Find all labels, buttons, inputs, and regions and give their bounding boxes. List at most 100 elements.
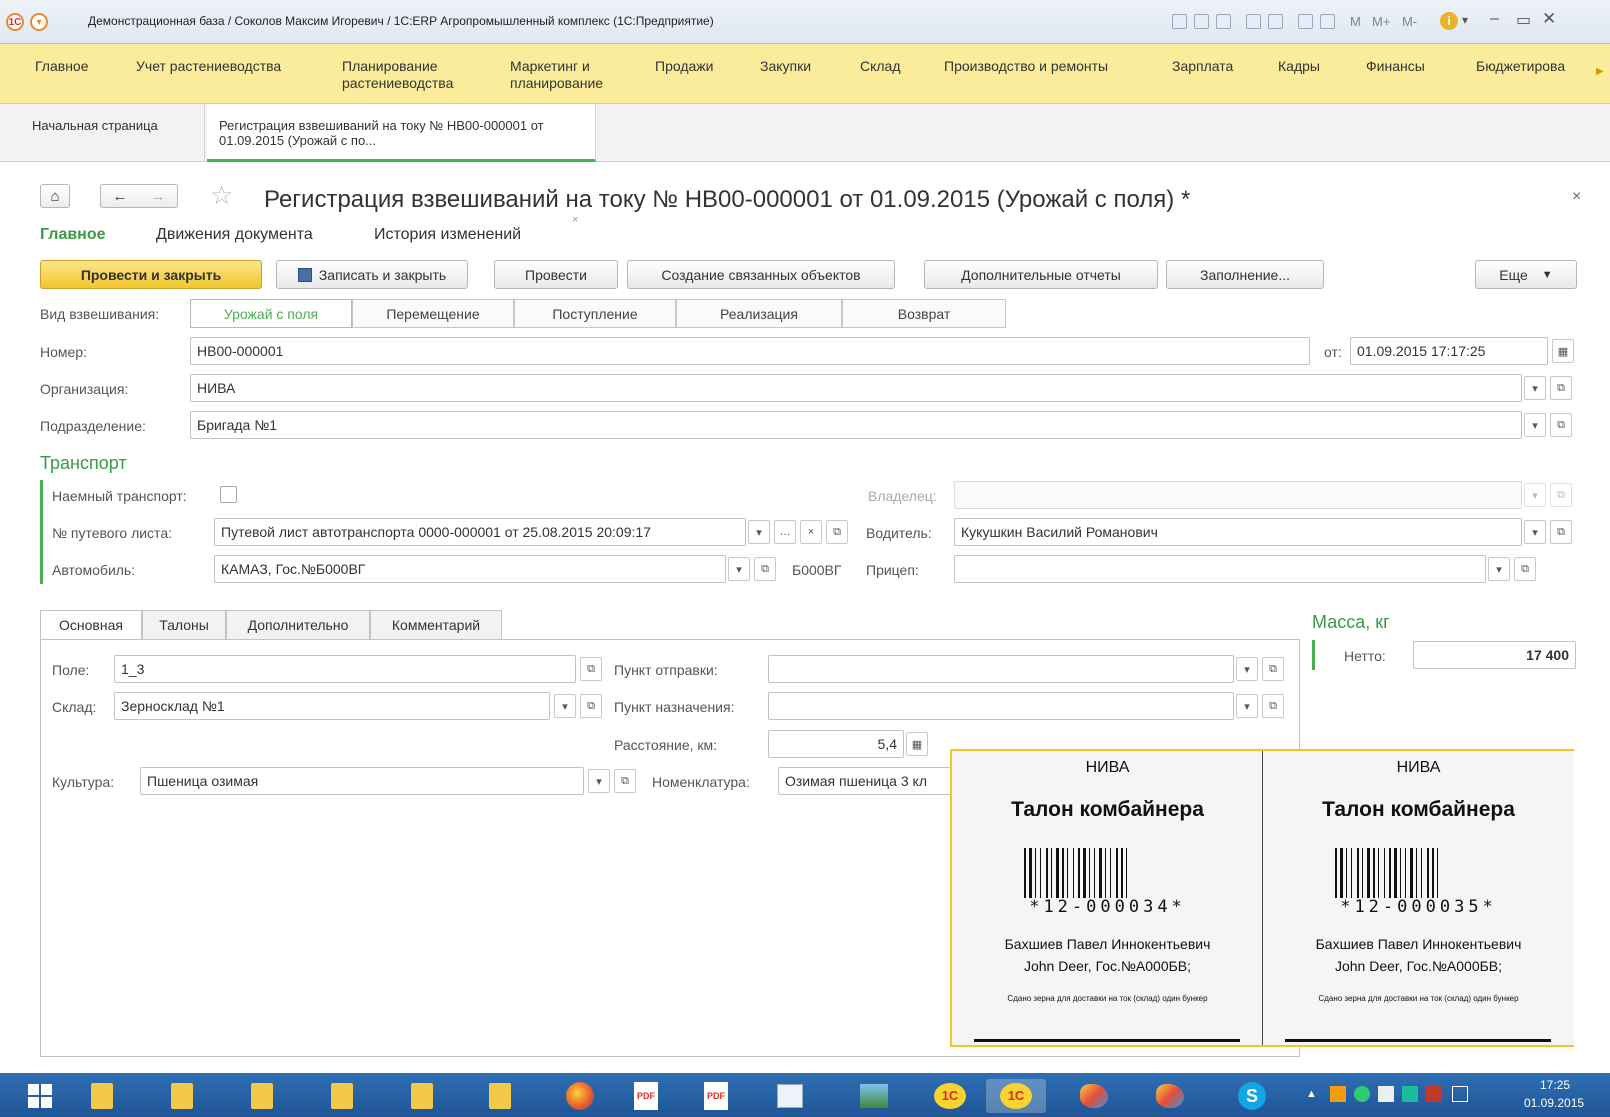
net-mass-field[interactable]: 17 400 — [1413, 641, 1576, 669]
distance-field[interactable]: 5,4 — [768, 730, 904, 758]
driver-dropdown-icon[interactable]: ▾ — [1524, 520, 1546, 544]
calendar-icon[interactable] — [1320, 14, 1335, 29]
waybill-dropdown-icon[interactable]: ▾ — [748, 520, 770, 544]
close-window-icon[interactable]: ✕ — [1542, 9, 1556, 29]
tab-change-history[interactable]: История изменений — [374, 226, 521, 244]
paint-icon[interactable] — [1140, 1079, 1200, 1113]
post-and-close-button[interactable]: Провести и закрыть — [40, 260, 262, 289]
tray-flag-icon[interactable] — [1426, 1086, 1442, 1102]
destination-field[interactable] — [768, 692, 1234, 720]
tray-office-icon[interactable] — [1330, 1086, 1346, 1102]
tray-sync-icon[interactable] — [1402, 1086, 1418, 1102]
explorer-folder-icon[interactable] — [152, 1079, 212, 1113]
fill-button[interactable]: Заполнение... — [1166, 260, 1324, 289]
tray-expand-icon[interactable]: ▲ — [1306, 1088, 1317, 1100]
explorer-folder-icon[interactable] — [232, 1079, 292, 1113]
tray-volume-icon[interactable] — [1452, 1086, 1468, 1102]
more-button[interactable]: Еще ▼ — [1475, 260, 1577, 289]
crop-dropdown-icon[interactable]: ▾ — [588, 769, 610, 793]
date-field[interactable]: 01.09.2015 17:17:25 — [1350, 337, 1548, 365]
field-input[interactable]: 1_3 — [114, 655, 576, 683]
distance-calculator-icon[interactable]: ▦ — [906, 732, 928, 756]
crop-field[interactable]: Пшеница озимая — [140, 767, 584, 795]
section-hr[interactable]: Кадры — [1278, 58, 1320, 75]
car-dropdown-icon[interactable]: ▾ — [728, 557, 750, 581]
destination-dropdown-icon[interactable]: ▾ — [1236, 694, 1258, 718]
trailer-field[interactable] — [954, 555, 1486, 583]
weighing-type-harvest[interactable]: Урожай с поля — [190, 299, 352, 328]
section-sales[interactable]: Продажи — [655, 58, 713, 75]
memory-plus-button[interactable]: M+ — [1372, 14, 1390, 29]
car-field[interactable]: КАМАЗ, Гос.№Б000ВГ — [214, 555, 726, 583]
section-crop-planning[interactable]: Планирование растениеводства — [342, 58, 462, 92]
warehouse-open-icon[interactable]: ⧉ — [580, 694, 602, 718]
department-open-icon[interactable]: ⧉ — [1550, 413, 1572, 437]
origin-field[interactable] — [768, 655, 1234, 683]
skype-icon[interactable]: S — [1222, 1079, 1282, 1113]
explorer-folder-icon[interactable] — [392, 1079, 452, 1113]
tray-network-icon[interactable] — [1378, 1086, 1394, 1102]
organization-dropdown-icon[interactable]: ▾ — [1524, 376, 1546, 400]
section-salary[interactable]: Зарплата — [1172, 58, 1233, 75]
notepad-icon[interactable] — [760, 1079, 820, 1113]
home-icon[interactable]: ⌂ — [40, 184, 70, 208]
tab-document-movements[interactable]: Движения документа — [156, 226, 313, 244]
destination-open-icon[interactable]: ⧉ — [1262, 694, 1284, 718]
origin-dropdown-icon[interactable]: ▾ — [1236, 657, 1258, 681]
section-budgeting[interactable]: Бюджетирова — [1476, 58, 1594, 75]
department-dropdown-icon[interactable]: ▾ — [1524, 413, 1546, 437]
post-button[interactable]: Провести — [494, 260, 618, 289]
tab-comment[interactable]: Комментарий — [370, 610, 502, 640]
pdf-reader-icon[interactable]: PDF — [686, 1079, 746, 1113]
calculator-icon[interactable] — [1298, 14, 1313, 29]
save-icon[interactable] — [1172, 14, 1187, 29]
weighing-type-return[interactable]: Возврат — [842, 299, 1006, 328]
section-crop-accounting[interactable]: Учет растениеводства — [136, 58, 281, 75]
organization-open-icon[interactable]: ⧉ — [1550, 376, 1572, 400]
warehouse-field[interactable]: Зерносклад №1 — [114, 692, 550, 720]
warehouse-dropdown-icon[interactable]: ▾ — [554, 694, 576, 718]
back-icon[interactable]: ← — [113, 188, 128, 205]
waybill-open-icon[interactable]: ⧉ — [826, 520, 848, 544]
minimize-icon[interactable]: – — [1490, 10, 1499, 28]
tab-home-page[interactable]: Начальная страница — [20, 104, 205, 162]
close-form-icon[interactable]: × — [1572, 188, 1581, 206]
tab-basic[interactable]: Основная — [40, 610, 142, 640]
additional-reports-button[interactable]: Дополнительные отчеты — [924, 260, 1158, 289]
explorer-folder-icon[interactable] — [72, 1079, 132, 1113]
field-open-icon[interactable]: ⧉ — [580, 657, 602, 681]
preview-icon[interactable] — [1216, 14, 1231, 29]
item-field[interactable]: Озимая пшеница 3 кл — [778, 767, 978, 795]
waybill-clear-icon[interactable]: × — [800, 520, 822, 544]
forward-icon[interactable]: → — [151, 188, 166, 205]
organization-field[interactable]: НИВА — [190, 374, 1522, 402]
date-picker-icon[interactable]: ▦ — [1552, 339, 1574, 363]
weighing-type-receipt[interactable]: Поступление — [514, 299, 676, 328]
section-warehouse[interactable]: Склад — [860, 58, 901, 75]
tab-coupons[interactable]: Талоны — [142, 610, 226, 640]
section-purchases[interactable]: Закупки — [760, 58, 811, 75]
scroll-right-icon[interactable]: ▶ — [1596, 66, 1604, 77]
paint-icon[interactable] — [1064, 1079, 1124, 1113]
firefox-icon[interactable] — [550, 1079, 610, 1113]
section-finance[interactable]: Финансы — [1366, 58, 1425, 75]
save-and-close-button[interactable]: Записать и закрыть — [276, 260, 468, 289]
origin-open-icon[interactable]: ⧉ — [1262, 657, 1284, 681]
close-tab-icon[interactable]: × — [572, 214, 578, 226]
driver-field[interactable]: Кукушкин Василий Романович — [954, 518, 1522, 546]
memory-button[interactable]: M — [1350, 14, 1361, 29]
driver-open-icon[interactable]: ⧉ — [1550, 520, 1572, 544]
waybill-select-icon[interactable]: … — [774, 520, 796, 544]
section-production[interactable]: Производство и ремонты — [944, 58, 1108, 75]
section-main[interactable]: Главное — [35, 58, 89, 75]
hired-transport-checkbox[interactable] — [220, 486, 237, 503]
tab-weighing-document[interactable]: Регистрация взвешиваний на току № НВ00-0… — [207, 104, 596, 162]
trailer-open-icon[interactable]: ⧉ — [1514, 557, 1536, 581]
info-icon[interactable]: i — [1440, 12, 1458, 30]
tab-additional[interactable]: Дополнительно — [226, 610, 370, 640]
crop-open-icon[interactable]: ⧉ — [614, 769, 636, 793]
print-icon[interactable] — [1194, 14, 1209, 29]
app-logo-icon[interactable]: 1C — [6, 13, 24, 31]
car-open-icon[interactable]: ⧉ — [754, 557, 776, 581]
favorite-star-icon[interactable]: ☆ — [210, 180, 233, 211]
